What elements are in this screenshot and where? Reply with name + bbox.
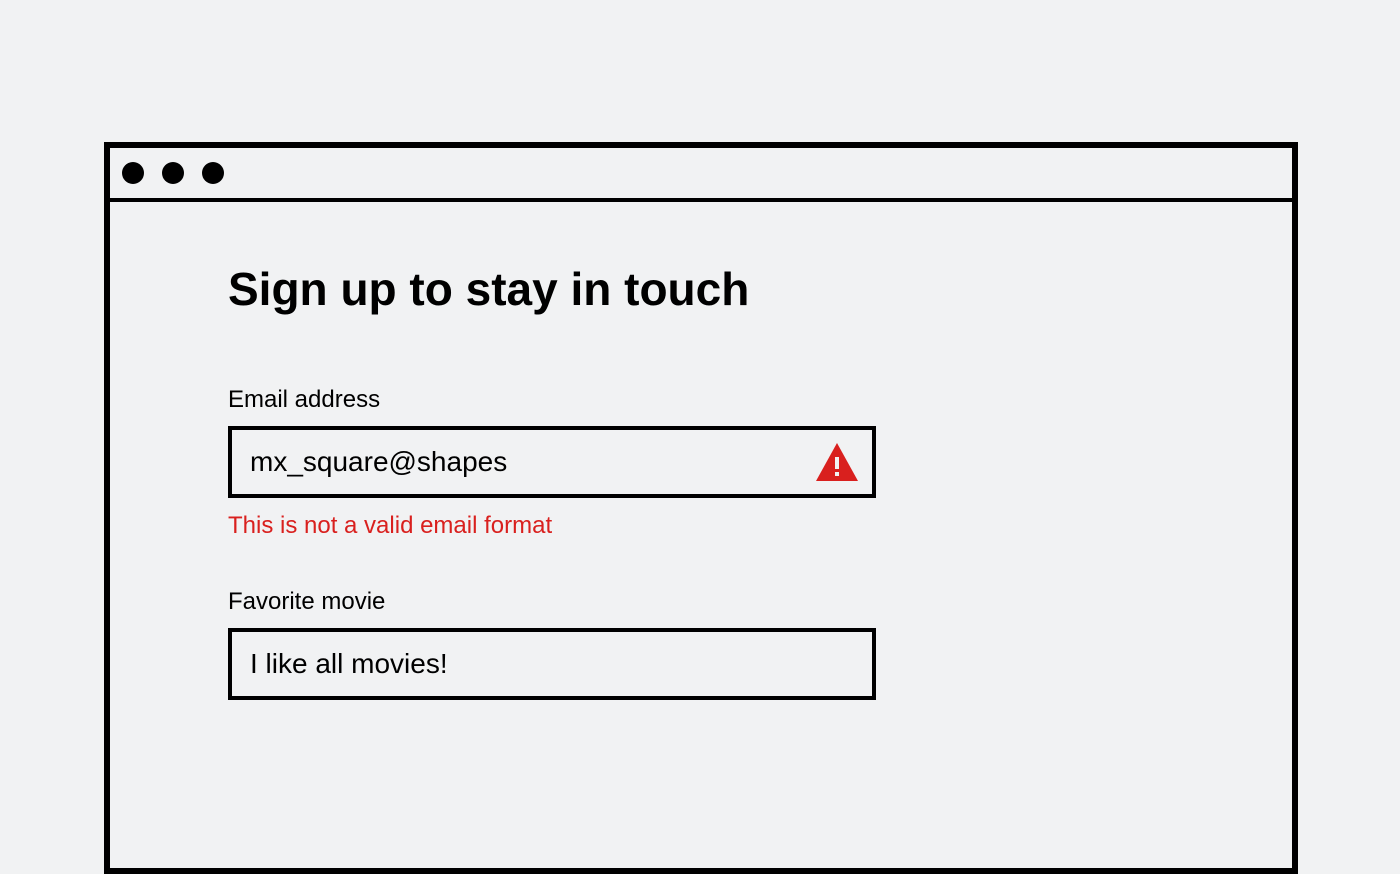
signup-window: Sign up to stay in touch Email address T…	[104, 142, 1298, 874]
window-titlebar	[110, 148, 1292, 202]
movie-input[interactable]	[228, 628, 876, 700]
warning-icon	[816, 443, 858, 481]
movie-input-wrap	[228, 628, 876, 700]
window-dot-1[interactable]	[122, 162, 144, 184]
email-error-message: This is not a valid email format	[228, 512, 1174, 540]
window-dot-2[interactable]	[162, 162, 184, 184]
signup-heading: Sign up to stay in touch	[228, 262, 1174, 316]
movie-label: Favorite movie	[228, 588, 1174, 616]
email-label: Email address	[228, 386, 1174, 414]
email-input[interactable]	[228, 426, 876, 498]
movie-field-group: Favorite movie	[228, 588, 1174, 700]
email-input-wrap	[228, 426, 876, 498]
window-dot-3[interactable]	[202, 162, 224, 184]
email-field-group: Email address This is not a valid email …	[228, 386, 1174, 540]
window-content: Sign up to stay in touch Email address T…	[110, 202, 1292, 868]
